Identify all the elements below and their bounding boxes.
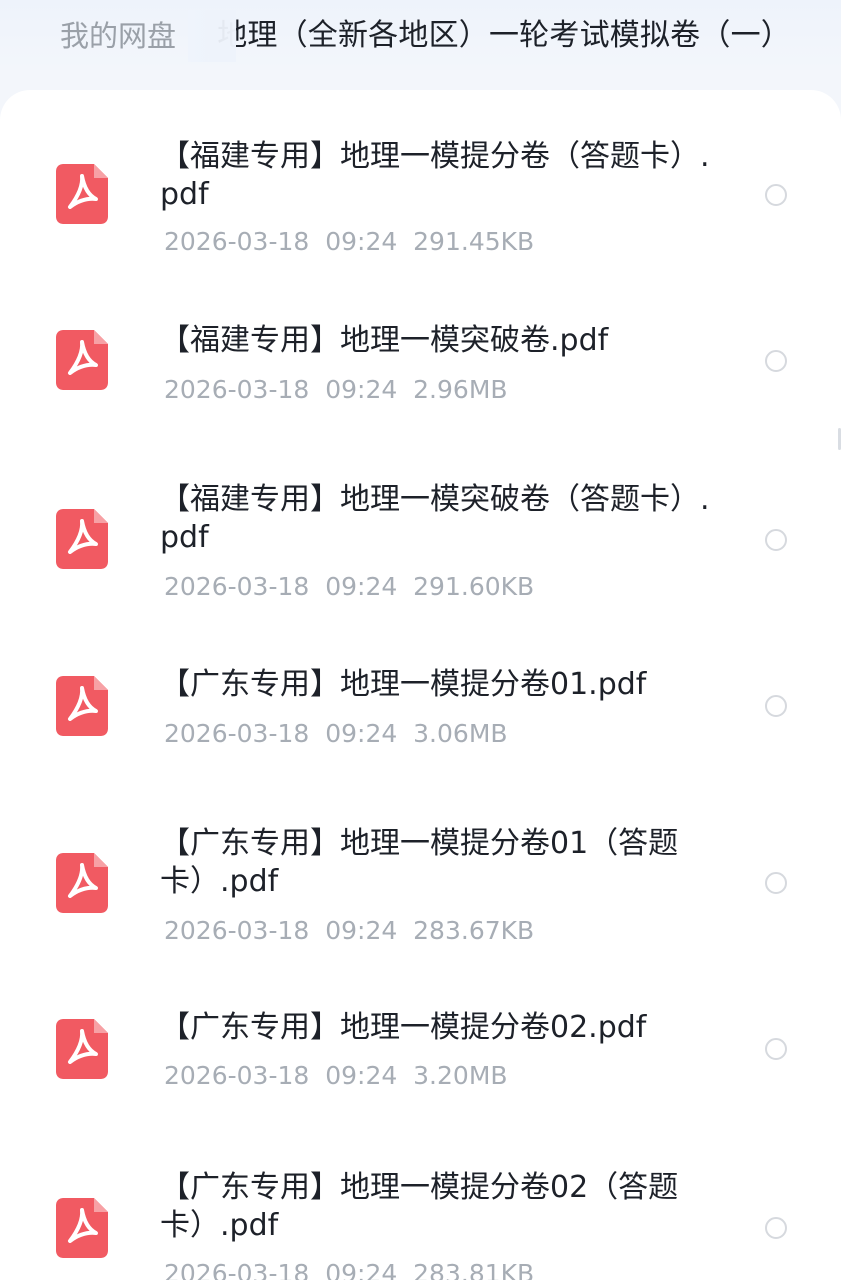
- file-size: 283.67KB: [413, 916, 535, 945]
- file-meta: 2026-03-18 09:24 2.96MB: [164, 374, 508, 406]
- select-radio-icon[interactable]: [765, 1038, 787, 1060]
- file-meta: 2026-03-18 09:24 283.81KB: [164, 1258, 534, 1280]
- file-size: 291.60KB: [413, 572, 535, 601]
- file-time: 09:24: [325, 572, 398, 601]
- pdf-icon: [56, 1198, 108, 1258]
- file-size: 2.96MB: [413, 375, 508, 404]
- select-radio-icon[interactable]: [765, 695, 787, 717]
- file-date: 2026-03-18: [164, 1259, 310, 1280]
- file-time: 09:24: [325, 1259, 398, 1280]
- pdf-icon: [56, 164, 108, 224]
- file-size: 3.06MB: [413, 719, 508, 748]
- file-meta: 2026-03-18 09:24 291.60KB: [164, 571, 534, 603]
- file-size: 3.20MB: [413, 1061, 508, 1090]
- file-time: 09:24: [325, 375, 398, 404]
- file-name[interactable]: 【福建专用】地理一模突破卷（答题卡）.pdf: [160, 481, 710, 557]
- breadcrumb-root[interactable]: 我的网盘: [60, 16, 176, 56]
- pdf-icon: [56, 853, 108, 913]
- file-size: 283.81KB: [413, 1259, 535, 1280]
- select-radio-icon[interactable]: [765, 1217, 787, 1239]
- file-meta: 2026-03-18 09:24 283.67KB: [164, 915, 534, 947]
- file-date: 2026-03-18: [164, 375, 310, 404]
- file-date: 2026-03-18: [164, 572, 310, 601]
- file-time: 09:24: [325, 227, 398, 256]
- file-meta: 2026-03-18 09:24 3.06MB: [164, 718, 508, 750]
- file-list: 【福建专用】地理一模提分卷（答题卡）.pdf 2026-03-18 09:24 …: [0, 90, 841, 1280]
- pdf-icon: [56, 676, 108, 736]
- file-date: 2026-03-18: [164, 719, 310, 748]
- file-size: 291.45KB: [413, 227, 535, 256]
- file-name[interactable]: 【福建专用】地理一模突破卷.pdf: [160, 322, 710, 360]
- file-time: 09:24: [325, 916, 398, 945]
- file-date: 2026-03-18: [164, 1061, 310, 1090]
- breadcrumb: 我的网盘 地理（全新各地区）一轮考试模拟卷（一）: [0, 0, 841, 76]
- file-time: 09:24: [325, 1061, 398, 1090]
- select-radio-icon[interactable]: [765, 529, 787, 551]
- select-radio-icon[interactable]: [765, 350, 787, 372]
- breadcrumb-overflow-mask: [188, 10, 208, 62]
- pdf-icon: [56, 330, 108, 390]
- file-date: 2026-03-18: [164, 227, 310, 256]
- select-radio-icon[interactable]: [765, 872, 787, 894]
- file-time: 09:24: [325, 719, 398, 748]
- file-meta: 2026-03-18 09:24 291.45KB: [164, 226, 534, 258]
- file-name[interactable]: 【广东专用】地理一模提分卷02（答题卡）.pdf: [160, 1169, 710, 1245]
- pdf-icon: [56, 509, 108, 569]
- file-name[interactable]: 【福建专用】地理一模提分卷（答题卡）.pdf: [160, 138, 710, 214]
- file-name[interactable]: 【广东专用】地理一模提分卷02.pdf: [160, 1009, 710, 1047]
- file-meta: 2026-03-18 09:24 3.20MB: [164, 1060, 508, 1092]
- file-name[interactable]: 【广东专用】地理一模提分卷01（答题卡）.pdf: [160, 825, 710, 901]
- file-name[interactable]: 【广东专用】地理一模提分卷01.pdf: [160, 666, 710, 704]
- breadcrumb-current-folder: 地理（全新各地区）一轮考试模拟卷（一）: [217, 18, 791, 53]
- pdf-icon: [56, 1019, 108, 1079]
- file-date: 2026-03-18: [164, 916, 310, 945]
- select-radio-icon[interactable]: [765, 184, 787, 206]
